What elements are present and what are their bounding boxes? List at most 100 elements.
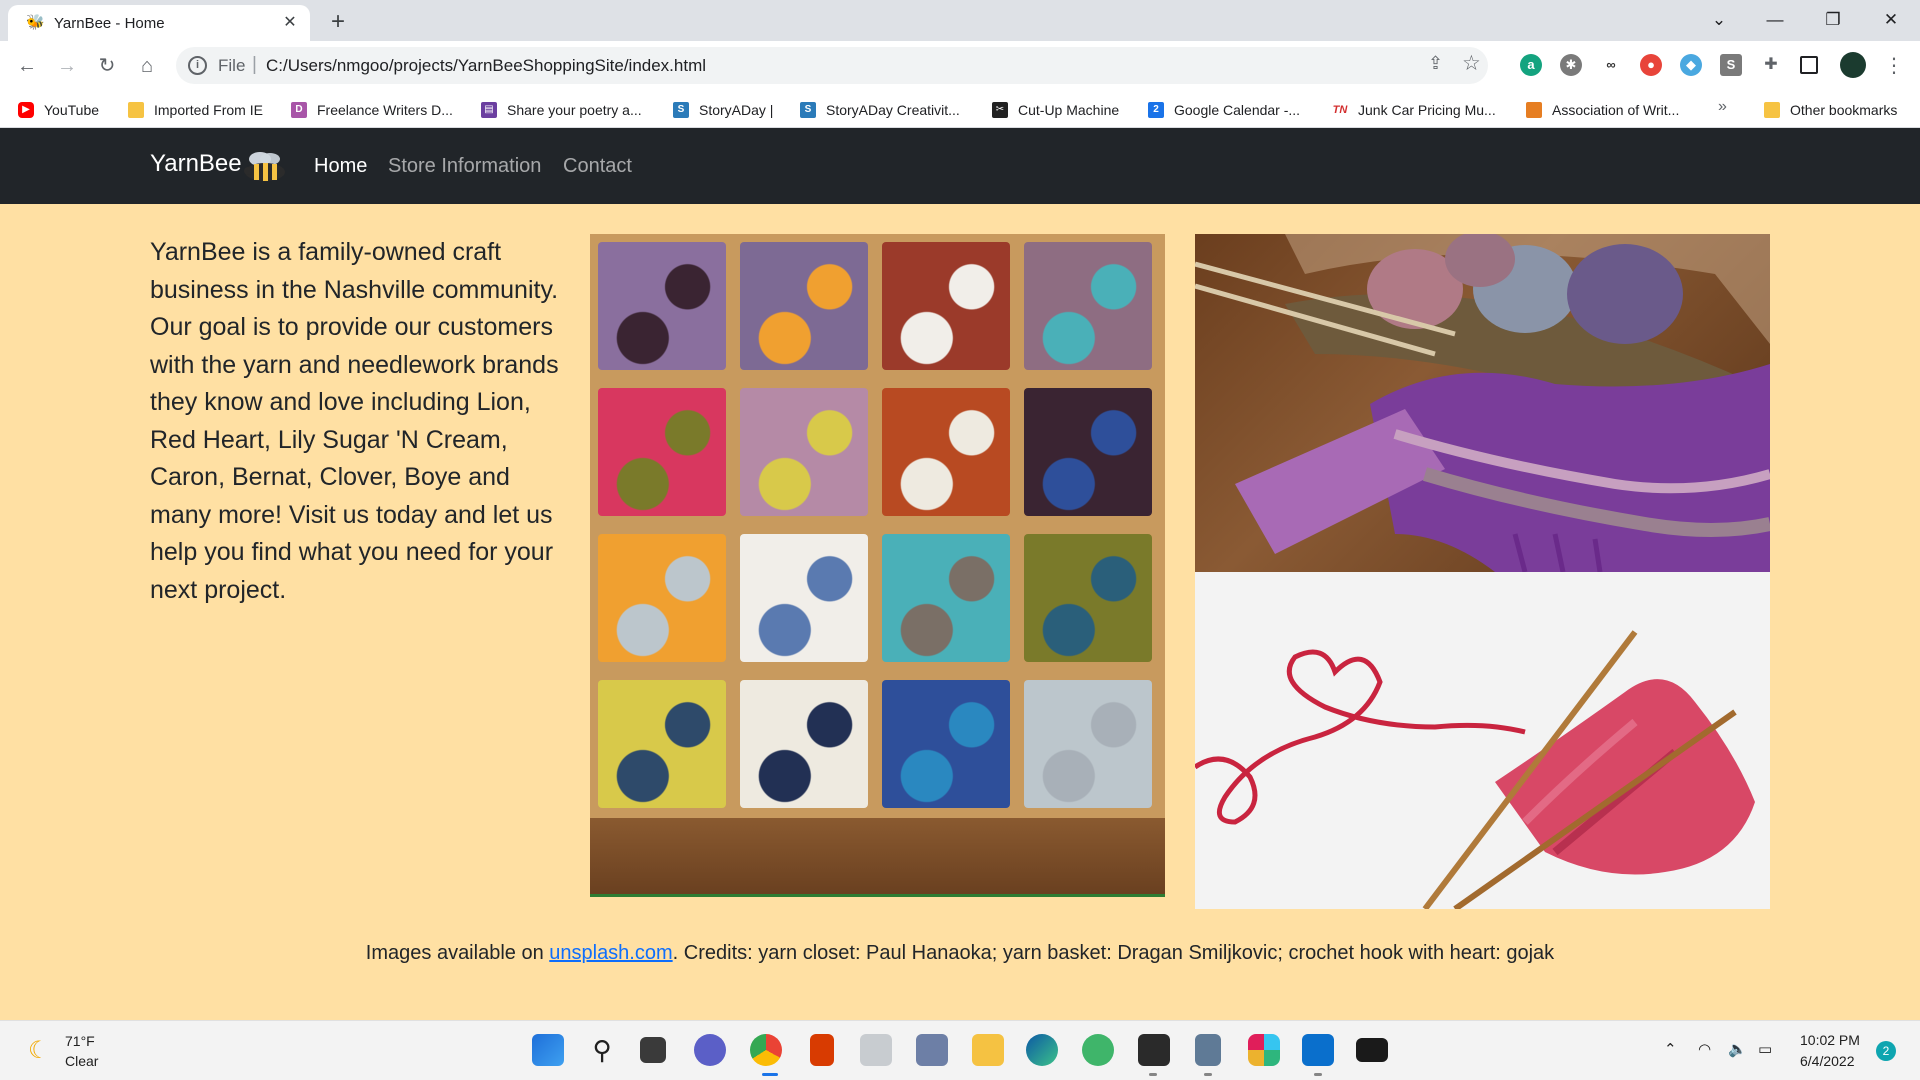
weather-condition[interactable]: Clear bbox=[65, 1053, 98, 1069]
back-button[interactable]: ← bbox=[13, 52, 41, 80]
share-icon[interactable]: ⇪ bbox=[1428, 53, 1443, 74]
other-bookmarks-folder[interactable]: Other bookmarks bbox=[1764, 99, 1897, 121]
s-icon: S bbox=[800, 102, 816, 118]
task-view-icon[interactable] bbox=[640, 1037, 666, 1063]
home-button[interactable]: ⌂ bbox=[133, 52, 161, 80]
nav-home-link[interactable]: Home bbox=[314, 155, 367, 178]
more-bookmarks-button[interactable]: » bbox=[1718, 98, 1727, 116]
file-explorer-icon[interactable] bbox=[972, 1034, 1004, 1066]
credits-prefix: Images available on bbox=[365, 942, 550, 964]
s-icon: S bbox=[673, 102, 689, 118]
nav-store-information-link[interactable]: Store Information bbox=[388, 155, 541, 178]
atom-app-icon[interactable] bbox=[1082, 1034, 1114, 1066]
yarn-cubby bbox=[1024, 680, 1152, 808]
yarn-cubby bbox=[598, 242, 726, 370]
puzzle-extensions-icon[interactable]: ✚ bbox=[1760, 54, 1782, 76]
s-extension-icon[interactable]: S bbox=[1720, 54, 1742, 76]
close-tab-icon[interactable]: ✕ bbox=[280, 13, 300, 33]
glasses-extension-icon[interactable]: ∞ bbox=[1600, 54, 1622, 76]
address-bar[interactable]: i File | C:/Users/nmgoo/projects/YarnBee… bbox=[176, 47, 1488, 84]
volume-icon[interactable]: 🔈 bbox=[1728, 1040, 1747, 1058]
menu-kebab-icon[interactable]: ⋮ bbox=[1880, 52, 1908, 80]
bookmark-star-icon[interactable]: ☆ bbox=[1462, 51, 1481, 76]
browser-tab[interactable]: 🐝 YarnBee - Home ✕ bbox=[8, 5, 310, 41]
intro-paragraph: YarnBee is a family-owned craft business… bbox=[150, 238, 559, 604]
yarn-cubby bbox=[1024, 388, 1152, 516]
office-icon[interactable] bbox=[810, 1034, 834, 1066]
search-icon[interactable]: ⚲ bbox=[586, 1034, 618, 1066]
profile-avatar[interactable] bbox=[1840, 52, 1866, 78]
windows-taskbar: ☾ 71°F Clear ⚲ ⌃ ◠ 🔈 ▭ 10:02 PM 6/4/2022… bbox=[0, 1020, 1920, 1080]
tab-title: YarnBee - Home bbox=[54, 15, 165, 32]
red-extension-icon[interactable]: ● bbox=[1640, 54, 1662, 76]
yarn-cubby bbox=[598, 680, 726, 808]
bug-extension-icon[interactable]: ✱ bbox=[1560, 54, 1582, 76]
vscode-running-indicator bbox=[1314, 1073, 1322, 1076]
bookmark-storyaday-creativity[interactable]: S StoryADay Creativit... bbox=[800, 99, 960, 121]
bookmark-association-of-writers[interactable]: Association of Writ... bbox=[1526, 99, 1679, 121]
brand-logo-text[interactable]: YarnBee bbox=[150, 150, 242, 178]
chevron-up-icon[interactable]: ⌃ bbox=[1664, 1040, 1677, 1058]
clock-time[interactable]: 10:02 PM bbox=[1800, 1032, 1860, 1048]
calculator-icon[interactable] bbox=[1195, 1034, 1221, 1066]
tn-icon: TN bbox=[1332, 104, 1348, 116]
tab-search-icon[interactable]: ⌄ bbox=[1704, 6, 1734, 34]
moon-icon: ☾ bbox=[28, 1037, 50, 1064]
bookmark-google-calendar[interactable]: 2 Google Calendar -... bbox=[1148, 99, 1300, 121]
bookmark-cut-up-machine[interactable]: ✂ Cut-Up Machine bbox=[992, 99, 1119, 121]
bookmarks-bar: ▶ YouTube Imported From IE D Freelance W… bbox=[0, 90, 1920, 128]
bookmark-share-poetry[interactable]: ▤ Share your poetry a... bbox=[481, 99, 642, 121]
forward-button[interactable]: → bbox=[53, 52, 81, 80]
bookmark-junk-car-pricing[interactable]: TN Junk Car Pricing Mu... bbox=[1332, 99, 1496, 121]
wifi-icon[interactable]: ◠ bbox=[1698, 1040, 1711, 1058]
unsplash-link[interactable]: unsplash.com bbox=[549, 942, 672, 964]
bookmark-youtube[interactable]: ▶ YouTube bbox=[18, 99, 99, 121]
info-icon[interactable]: i bbox=[188, 56, 207, 75]
shield-extension-icon[interactable]: ◆ bbox=[1680, 54, 1702, 76]
terminal-icon[interactable] bbox=[1356, 1038, 1388, 1062]
sidepanel-icon[interactable] bbox=[1800, 56, 1818, 74]
bookmark-icon bbox=[1526, 102, 1542, 118]
minimize-button[interactable]: — bbox=[1760, 6, 1790, 34]
yarn-cubby bbox=[598, 534, 726, 662]
scheme-label: File bbox=[218, 56, 246, 75]
restore-button[interactable]: ❐ bbox=[1818, 6, 1848, 34]
image-credits: Images available on unsplash.com. Credit… bbox=[0, 942, 1920, 965]
bee-logo-icon bbox=[244, 152, 285, 181]
sticky-notes-running-indicator bbox=[1149, 1073, 1157, 1076]
grammarly-extension-icon[interactable]: a bbox=[1520, 54, 1542, 76]
chrome-active-indicator bbox=[762, 1073, 778, 1076]
bookmark-label: YouTube bbox=[44, 102, 100, 118]
notification-badge[interactable]: 2 bbox=[1876, 1041, 1896, 1061]
yarn-cubby bbox=[882, 388, 1010, 516]
start-windows-icon[interactable] bbox=[532, 1034, 564, 1066]
folder-icon bbox=[128, 102, 144, 118]
yarn-closet-image bbox=[590, 234, 1165, 897]
bookmark-label: Cut-Up Machine bbox=[1018, 102, 1120, 118]
badge-app-icon[interactable] bbox=[916, 1034, 948, 1066]
new-tab-button[interactable]: + bbox=[324, 8, 352, 36]
yarn-cubby bbox=[740, 534, 868, 662]
chrome-icon[interactable] bbox=[750, 1034, 782, 1066]
clock-date[interactable]: 6/4/2022 bbox=[1800, 1053, 1855, 1069]
edge-icon[interactable] bbox=[1026, 1034, 1058, 1066]
yarn-cubby bbox=[882, 680, 1010, 808]
sticky-notes-icon[interactable] bbox=[1138, 1034, 1170, 1066]
photo-app-icon[interactable] bbox=[860, 1034, 892, 1066]
nav-contact-link[interactable]: Contact bbox=[563, 155, 632, 178]
teams-chat-icon[interactable] bbox=[694, 1034, 726, 1066]
tab-strip: 🐝 YarnBee - Home ✕ + ⌄ — ❐ ✕ bbox=[0, 0, 1920, 41]
yarn-cubby bbox=[740, 242, 868, 370]
close-window-button[interactable]: ✕ bbox=[1876, 6, 1906, 34]
battery-icon[interactable]: ▭ bbox=[1758, 1040, 1772, 1058]
bee-icon: 🐝 bbox=[26, 14, 45, 31]
url-text[interactable]: C:/Users/nmgoo/projects/YarnBeeShoppingS… bbox=[266, 56, 706, 76]
reload-button[interactable]: ↻ bbox=[93, 52, 121, 80]
bookmark-freelance-writers[interactable]: D Freelance Writers D... bbox=[291, 99, 453, 121]
bookmark-imported-from-ie[interactable]: Imported From IE bbox=[128, 99, 263, 121]
bookmark-storyaday[interactable]: S StoryADay | bbox=[673, 99, 773, 121]
vscode-icon[interactable] bbox=[1302, 1034, 1334, 1066]
slack-icon[interactable] bbox=[1248, 1034, 1280, 1066]
weather-temperature[interactable]: 71°F bbox=[65, 1033, 95, 1049]
yarn-cubby bbox=[740, 680, 868, 808]
